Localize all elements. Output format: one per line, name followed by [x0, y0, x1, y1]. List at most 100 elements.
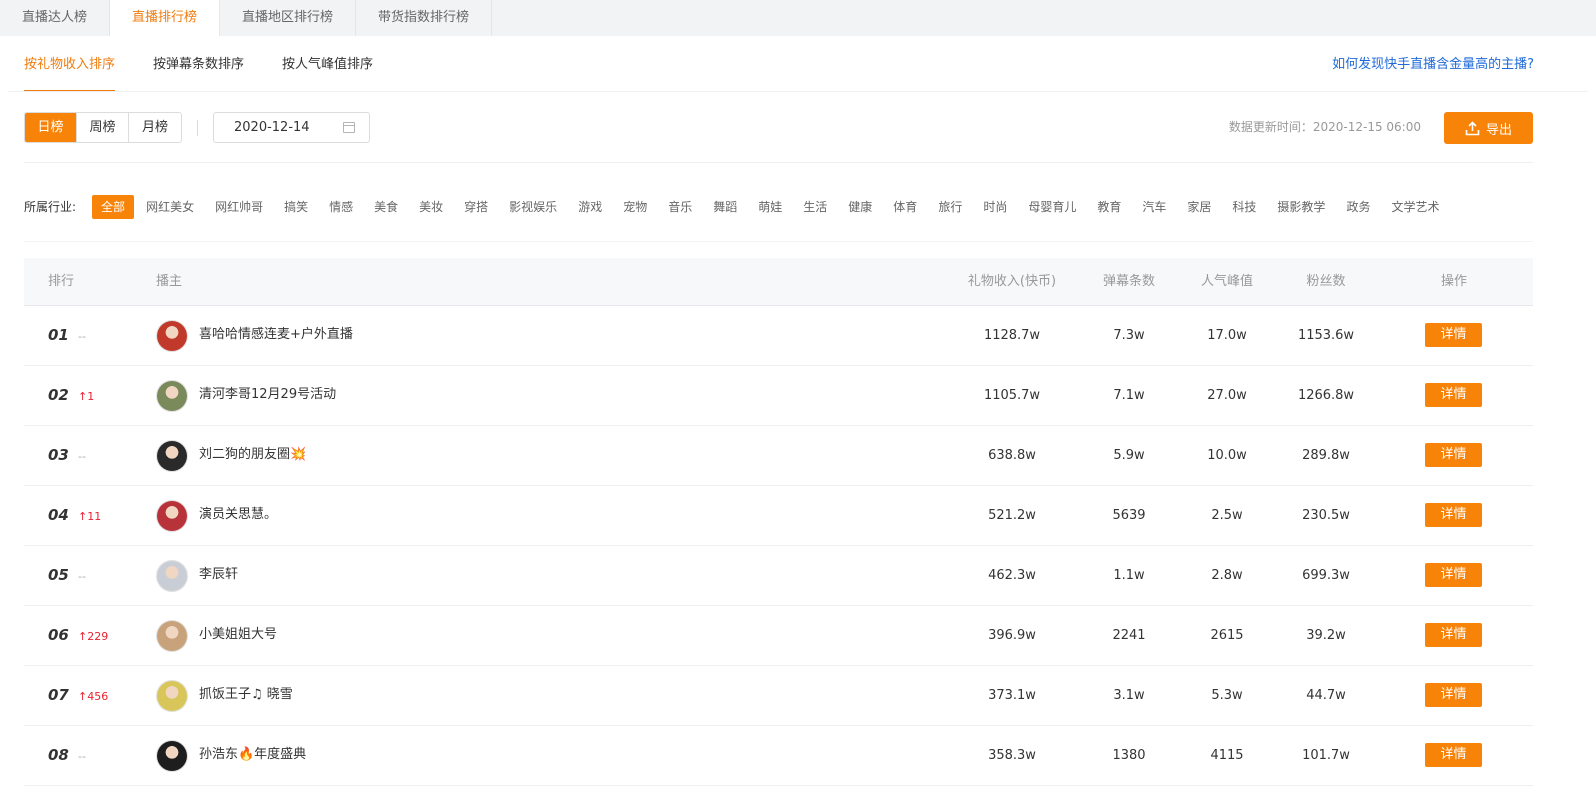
industry-item[interactable]: 舞蹈 — [704, 195, 746, 219]
popularity-peak: 2.5w — [1211, 508, 1243, 523]
detail-button[interactable]: 详情 — [1425, 623, 1482, 647]
top-tab[interactable]: 直播地区排行榜 — [220, 0, 357, 36]
export-button[interactable]: 导出 — [1444, 112, 1533, 144]
anchor-name[interactable]: 孙浩东🔥年度盛典 — [199, 726, 306, 784]
detail-button[interactable]: 详情 — [1425, 383, 1482, 407]
industry-item[interactable]: 影视娱乐 — [500, 195, 566, 219]
header-danmu: 弹幕条数 — [1102, 274, 1155, 289]
fans-count: 44.7w — [1306, 688, 1346, 703]
sort-tab[interactable]: 按弹幕条数排序 — [153, 36, 244, 92]
industry-item[interactable]: 全部 — [92, 194, 135, 219]
industry-item[interactable]: 生活 — [794, 195, 836, 219]
header-rank: 排行 — [48, 274, 75, 289]
detail-button[interactable]: 详情 — [1425, 503, 1482, 527]
divider — [24, 241, 1533, 242]
top-tab[interactable]: 直播排行榜 — [110, 0, 221, 36]
popularity-peak: 17.0w — [1207, 328, 1247, 343]
industry-item[interactable]: 网红帅哥 — [206, 195, 272, 219]
date-picker[interactable] — [213, 112, 370, 143]
header-fans: 粉丝数 — [1306, 274, 1346, 289]
header-op: 操作 — [1440, 274, 1467, 289]
rank-number: 07 — [48, 686, 69, 704]
industry-item[interactable]: 搞笑 — [275, 195, 317, 219]
avatar[interactable] — [156, 620, 188, 652]
ranking-panel: 按礼物收入排序 按弹幕条数排序 按人气峰值排序 如何发现快手直播含金量高的主播? 日… — [0, 36, 1596, 799]
date-input[interactable] — [214, 113, 344, 142]
industry-item[interactable]: 文学艺术 — [1382, 195, 1448, 219]
avatar[interactable] — [156, 380, 188, 412]
top-tab[interactable]: 直播达人榜 — [0, 0, 111, 36]
calendar-icon[interactable] — [343, 122, 355, 133]
industry-item[interactable]: 健康 — [839, 195, 881, 219]
industry-item[interactable]: 旅行 — [929, 195, 971, 219]
danmu-count: 5639 — [1112, 508, 1146, 523]
industry-item[interactable]: 宠物 — [614, 195, 656, 219]
detail-button[interactable]: 详情 — [1425, 443, 1482, 467]
gift-income: 521.2w — [988, 508, 1036, 523]
industry-item[interactable]: 萌娃 — [749, 195, 791, 219]
industry-item[interactable]: 时尚 — [974, 195, 1016, 219]
industry-item[interactable]: 政务 — [1337, 195, 1379, 219]
detail-button[interactable]: 详情 — [1425, 323, 1482, 347]
anchor-name[interactable]: 刘二狗的朋友圈💥 — [199, 426, 306, 484]
sort-tab[interactable]: 按人气峰值排序 — [282, 36, 373, 92]
industry-item[interactable]: 体育 — [884, 195, 926, 219]
industry-item[interactable]: 教育 — [1088, 195, 1130, 219]
avatar[interactable] — [156, 320, 188, 352]
industry-item[interactable]: 情感 — [320, 195, 362, 219]
rank-change: -- — [78, 306, 86, 366]
popularity-peak: 5.3w — [1211, 688, 1243, 703]
avatar[interactable] — [156, 500, 188, 532]
industry-item[interactable]: 母婴育儿 — [1019, 195, 1085, 219]
industry-item[interactable]: 汽车 — [1133, 195, 1175, 219]
industry-item[interactable]: 游戏 — [569, 195, 611, 219]
toolbar: 日榜周榜月榜 数据更新时间：2020-12-15 06:00 导出 — [24, 112, 1533, 164]
divider — [24, 162, 1533, 163]
sort-tab[interactable]: 按礼物收入排序 — [24, 36, 116, 92]
anchor-name[interactable]: 抓饭王子♫ 晓雪 — [199, 666, 293, 724]
detail-button[interactable]: 详情 — [1425, 683, 1482, 707]
arrow-up-icon: ↑ — [78, 690, 88, 703]
industry-item[interactable]: 美妆 — [410, 195, 452, 219]
table-row: 03 -- 刘二狗的朋友圈💥 638.8w 5.9w 10.0w 289.8w 详情 — [24, 426, 1533, 486]
avatar-image — [157, 501, 187, 531]
industry-item[interactable]: 科技 — [1223, 195, 1265, 219]
rank-change-value: 1 — [87, 390, 95, 403]
divider — [197, 120, 198, 136]
period-button[interactable]: 日榜 — [25, 113, 77, 142]
danmu-count: 2241 — [1112, 628, 1146, 643]
top-tab[interactable]: 带货指数排行榜 — [356, 0, 493, 36]
detail-button[interactable]: 详情 — [1425, 563, 1482, 587]
table-row: 08 -- 孙浩东🔥年度盛典 358.3w 1380 4115 101.7w 详情 — [24, 726, 1533, 786]
popularity-peak: 2615 — [1210, 628, 1244, 643]
table-row: 05 -- 李辰轩 462.3w 1.1w 2.8w 699.3w 详情 — [24, 546, 1533, 606]
avatar[interactable] — [156, 560, 188, 592]
table-row: 02 ↑1 清河李哥12月29号活动 1105.7w 7.1w 27.0w 1266.8w 详… — [24, 366, 1533, 426]
industry-item[interactable]: 穿搭 — [455, 195, 497, 219]
avatar[interactable] — [156, 680, 188, 712]
avatar-image — [157, 441, 187, 471]
avatar[interactable] — [156, 440, 188, 472]
anchor-name[interactable]: 演员关思慧。 — [199, 486, 277, 544]
industry-item[interactable]: 美食 — [365, 195, 407, 219]
industry-item[interactable]: 家居 — [1178, 195, 1220, 219]
tab-bar-fill — [492, 0, 1596, 36]
anchor-name[interactable]: 李辰轩 — [199, 546, 238, 604]
anchor-name[interactable]: 小美姐姐大号 — [199, 606, 277, 664]
popularity-peak: 27.0w — [1207, 388, 1247, 403]
rank-change-value: 456 — [87, 690, 109, 703]
anchor-name[interactable]: 喜哈哈情感连麦+户外直播 — [199, 306, 353, 364]
detail-button[interactable]: 详情 — [1425, 743, 1482, 767]
avatar[interactable] — [156, 740, 188, 772]
industry-item[interactable]: 音乐 — [659, 195, 701, 219]
arrow-up-icon: ↑ — [78, 630, 88, 643]
help-link[interactable]: 如何发现快手直播含金量高的主播? — [1332, 36, 1534, 92]
period-button[interactable]: 周榜 — [77, 113, 129, 142]
table-row: 06 ↑229 小美姐姐大号 396.9w 2241 2615 39.2w 详情 — [24, 606, 1533, 666]
danmu-count: 3.1w — [1113, 688, 1145, 703]
period-button[interactable]: 月榜 — [129, 113, 181, 142]
avatar-image — [157, 561, 187, 591]
industry-item[interactable]: 摄影教学 — [1268, 195, 1334, 219]
industry-item[interactable]: 网红美女 — [137, 195, 203, 219]
anchor-name[interactable]: 清河李哥12月29号活动 — [199, 366, 336, 424]
